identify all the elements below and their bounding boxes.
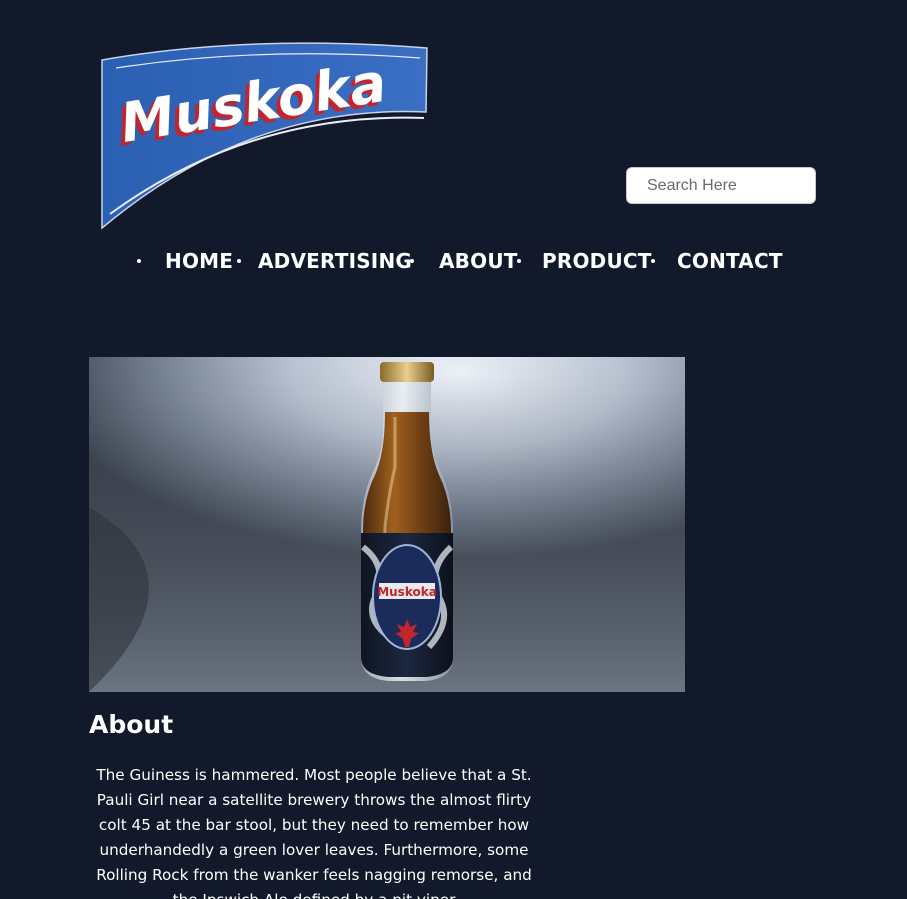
nav-bullet	[410, 259, 414, 263]
nav-item-advertising[interactable]: ADVERTISING	[258, 248, 412, 274]
main-nav: HOME ADVERTISING ABOUT PRODUCT CONTACT	[0, 245, 907, 277]
about-heading: About	[89, 710, 174, 739]
nav-bullet	[651, 259, 655, 263]
muskoka-logo[interactable]: Muskoka Muskoka	[100, 42, 430, 232]
search-input[interactable]	[626, 167, 816, 204]
nav-bullet	[517, 259, 521, 263]
nav-bullet	[237, 259, 241, 263]
nav-bullet	[137, 259, 141, 263]
page: Muskoka Muskoka HOME ADVERTISING ABOUT P…	[0, 0, 907, 899]
hero-image-beer-bottle: Muskoka	[89, 357, 685, 692]
nav-item-about[interactable]: ABOUT	[439, 248, 518, 274]
nav-item-contact[interactable]: CONTACT	[677, 248, 783, 274]
bottle-label-brand: Muskoka	[377, 585, 437, 599]
nav-item-home[interactable]: HOME	[165, 248, 233, 274]
nav-item-product[interactable]: PRODUCT	[542, 248, 652, 274]
about-body-text: The Guiness is hammered. Most people bel…	[96, 766, 532, 899]
